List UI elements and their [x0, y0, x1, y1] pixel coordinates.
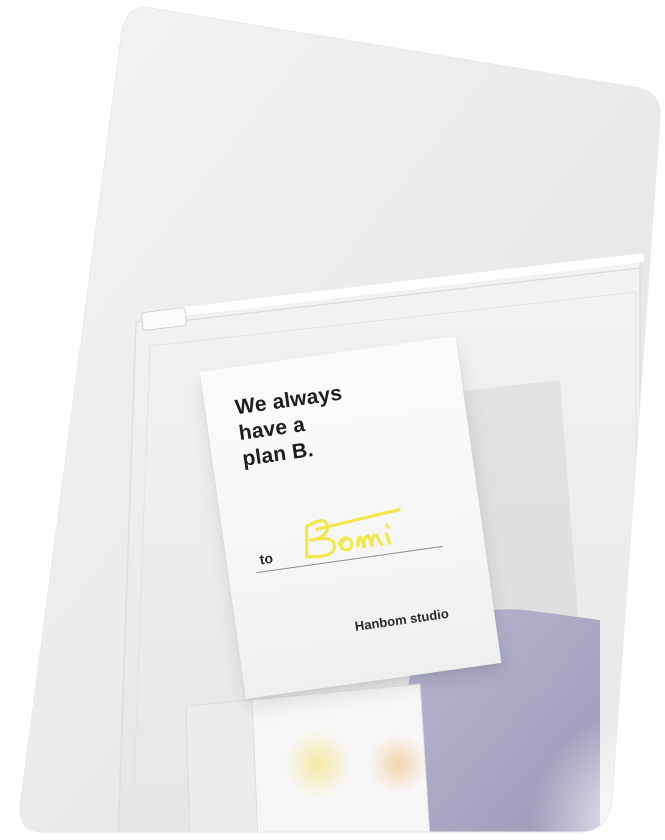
- message-card: We always have a plan B. to Hanbom studi…: [200, 336, 502, 699]
- to-label: to: [258, 549, 274, 568]
- brand-name: Hanbom studio: [353, 605, 450, 634]
- peach-dot: [368, 734, 428, 794]
- yellow-dot: [284, 730, 352, 798]
- side-card: [185, 699, 259, 832]
- card-headline: We always have a plan B.: [234, 368, 443, 473]
